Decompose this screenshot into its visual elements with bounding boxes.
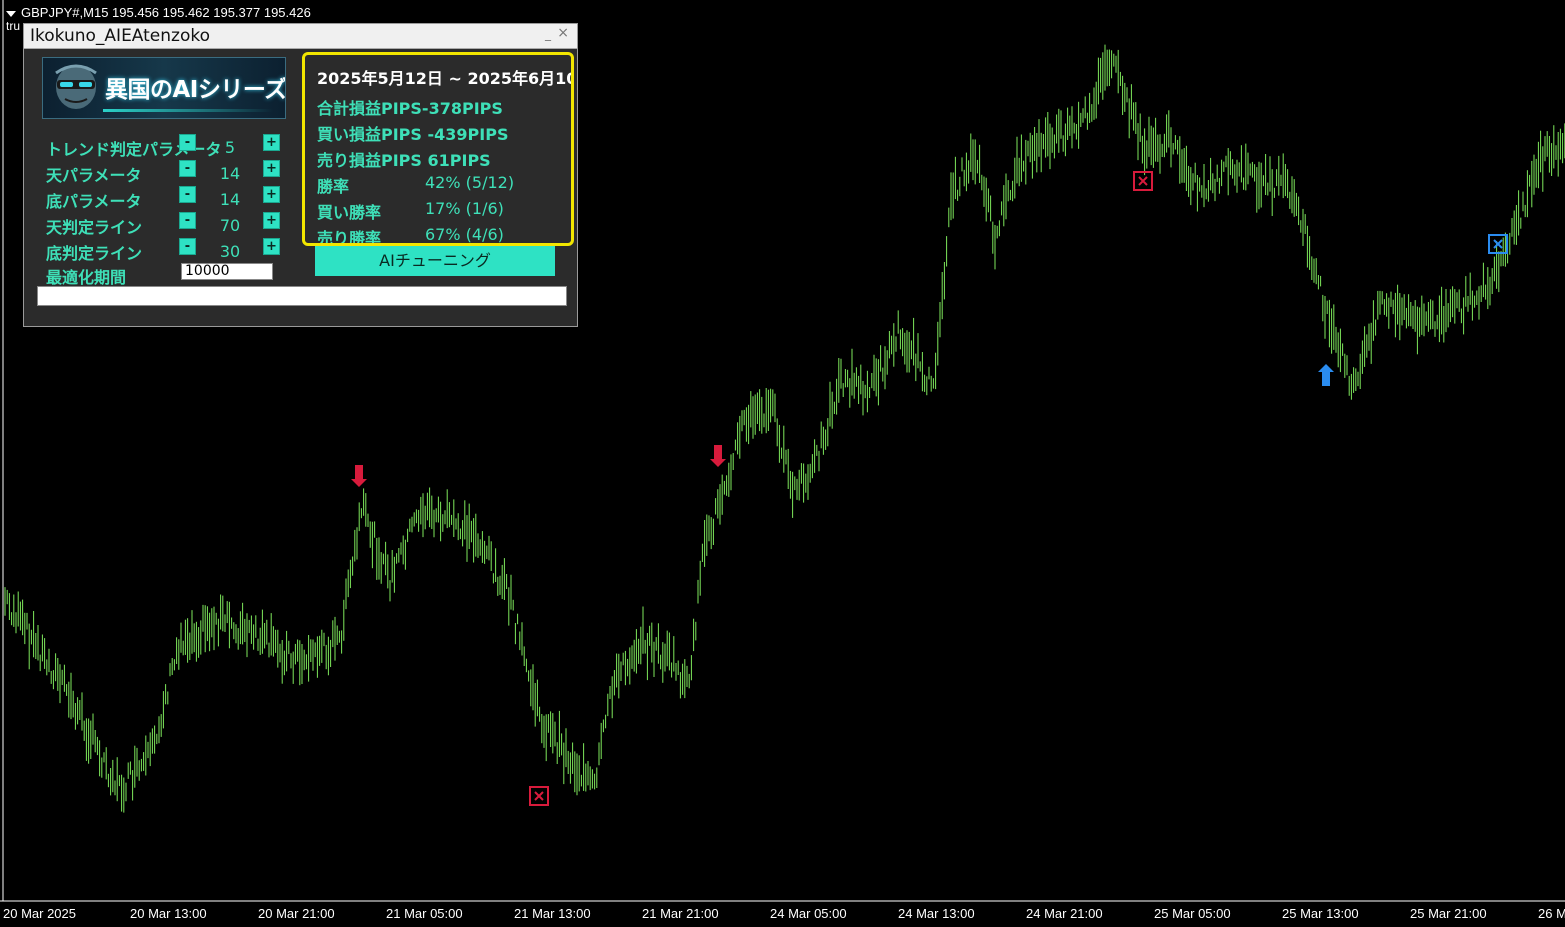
minimize-icon[interactable]: _ [545, 27, 551, 41]
ea-panel[interactable]: Ikokuno_AIEAtenzoko _ × 異国のAIシリーズ トレンド判定… [23, 23, 578, 327]
param-row-top-line: 天判定ライン - 70 + [46, 212, 286, 237]
param-row-trend: トレンド判定パラメータ - 5 + [46, 134, 286, 159]
decrement-button[interactable]: - [179, 212, 196, 229]
logo-stripe [103, 109, 273, 112]
time-label: 24 Mar 05:00 [770, 906, 847, 921]
param-row-bottom: 底パラメータ - 14 + [46, 186, 286, 211]
sell-win-label: 売り勝率 [317, 229, 382, 246]
param-value[interactable]: 70 [210, 216, 250, 235]
increment-button[interactable]: + [263, 212, 280, 229]
close-marker-1 [529, 786, 549, 806]
sell-win-value: 67% (4/6) [425, 225, 504, 244]
progress-bar [37, 286, 567, 306]
panel-titlebar[interactable]: Ikokuno_AIEAtenzoko _ × [24, 24, 577, 49]
buy-arrow-1 [1318, 364, 1334, 386]
sell-arrow-1 [351, 465, 367, 487]
robot-face-icon [55, 64, 97, 109]
param-label: 天判定ライン [46, 218, 143, 237]
buy-win-label: 買い勝率 [317, 203, 382, 222]
close-marker-3 [1488, 234, 1508, 254]
panel-title: Ikokuno_AIEAtenzoko [30, 26, 211, 46]
symbol-text: GBPJPY#,M15 195.456 195.462 195.377 195.… [21, 5, 311, 20]
increment-button[interactable]: + [263, 134, 280, 151]
logo-text: 異国のAIシリーズ [105, 77, 286, 103]
indicator-label: tru [6, 19, 21, 33]
dropdown-triangle-icon[interactable] [6, 10, 16, 17]
close-marker-2 [1133, 171, 1153, 191]
param-value[interactable]: 30 [210, 242, 250, 261]
decrement-button[interactable]: - [179, 160, 196, 177]
time-label: 24 Mar 21:00 [1026, 906, 1103, 921]
time-label: 21 Mar 21:00 [642, 906, 719, 921]
time-label: 21 Mar 13:00 [514, 906, 591, 921]
sell-arrow-2 [710, 445, 726, 467]
param-label: 底判定ライン [46, 244, 143, 263]
total-pl: 合計損益PIPS-378PIPS [317, 99, 503, 118]
increment-button[interactable]: + [263, 160, 280, 177]
time-label: 20 Mar 21:00 [258, 906, 335, 921]
param-label: 天パラメータ [46, 166, 142, 185]
increment-button[interactable]: + [263, 186, 280, 203]
decrement-button[interactable]: - [179, 186, 196, 203]
symbol-info[interactable]: GBPJPY#,M15 195.456 195.462 195.377 195.… [6, 5, 311, 20]
param-row-bottom-line: 底判定ライン - 30 + [46, 238, 286, 263]
param-value[interactable]: 5 [210, 138, 250, 157]
time-label: 20 Mar 13:00 [130, 906, 207, 921]
time-label: 25 Mar 13:00 [1282, 906, 1359, 921]
optimization-period-input[interactable]: 10000 [181, 263, 273, 280]
time-label: 26 M [1538, 906, 1565, 921]
date-range: 2025年5月12日 ~ 2025年6月10日 [317, 69, 574, 88]
win-rate-value: 42% (5/12) [425, 173, 515, 192]
buy-pl: 買い損益PIPS -439PIPS [317, 125, 509, 144]
time-label: 21 Mar 05:00 [386, 906, 463, 921]
logo-banner: 異国のAIシリーズ [42, 57, 286, 119]
sell-pl: 売り損益PIPS 61PIPS [317, 151, 491, 170]
optimization-label: 最適化期間 [46, 268, 127, 287]
param-row-top: 天パラメータ - 14 + [46, 160, 286, 185]
time-label: 20 Mar 2025 [3, 906, 76, 921]
results-box: 2025年5月12日 ~ 2025年6月10日 合計損益PIPS-378PIPS… [302, 52, 574, 246]
close-icon[interactable]: × [557, 25, 569, 41]
param-value[interactable]: 14 [210, 164, 250, 183]
decrement-button[interactable]: - [179, 238, 196, 255]
time-label: 25 Mar 05:00 [1154, 906, 1231, 921]
buy-win-value: 17% (1/6) [425, 199, 504, 218]
param-label: 底パラメータ [46, 192, 142, 211]
param-value[interactable]: 14 [210, 190, 250, 209]
ai-tuning-button[interactable]: AIチューニング [315, 246, 555, 276]
time-label: 25 Mar 21:00 [1410, 906, 1487, 921]
decrement-button[interactable]: - [179, 134, 196, 151]
time-label: 24 Mar 13:00 [898, 906, 975, 921]
win-rate-label: 勝率 [317, 177, 350, 196]
increment-button[interactable]: + [263, 238, 280, 255]
